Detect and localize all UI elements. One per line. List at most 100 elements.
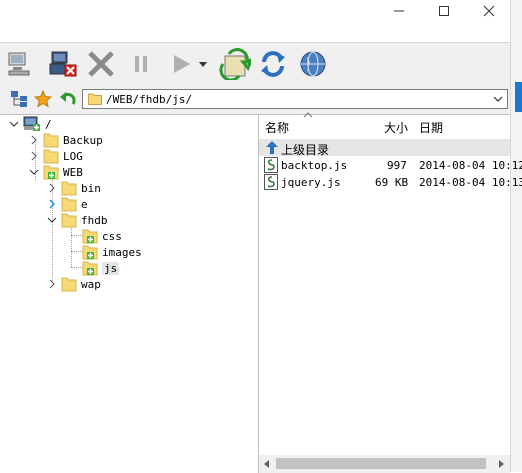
play-dropdown-button[interactable] xyxy=(196,47,210,81)
tree-item-bin[interactable]: bin xyxy=(46,180,101,196)
tree-item-label: css xyxy=(102,229,122,243)
refresh-button[interactable] xyxy=(256,47,290,81)
tree-item-e[interactable]: e xyxy=(46,196,88,212)
tree-item-label: wap xyxy=(81,277,101,291)
chevron-down-icon[interactable] xyxy=(8,118,20,130)
pause-icon xyxy=(135,56,147,72)
directory-tree: / Backup LOG WEB bin e fhdb css images j… xyxy=(0,114,259,473)
file-row[interactable]: backtop.js 997 2014-08-04 10:12 xyxy=(259,157,522,174)
sync-icon xyxy=(219,48,251,80)
chevron-right-icon[interactable] xyxy=(46,278,58,290)
folder-icon xyxy=(43,149,59,164)
file-size: 69 KB xyxy=(375,176,409,189)
scroll-left-icon[interactable] xyxy=(263,460,271,468)
address-input[interactable]: /WEB/fhdb/js/ xyxy=(82,89,508,109)
horizontal-scrollbar[interactable] xyxy=(259,455,510,473)
minimize-icon xyxy=(394,10,404,12)
chevron-down-icon[interactable] xyxy=(28,166,40,178)
tree-item-label: e xyxy=(81,197,88,211)
scrollbar-thumb[interactable] xyxy=(276,458,486,469)
chevron-down-icon[interactable] xyxy=(46,214,58,226)
chevron-right-icon[interactable] xyxy=(46,198,58,210)
tree-item-images[interactable]: images xyxy=(82,244,142,260)
close-button[interactable] xyxy=(466,0,512,22)
script-file-icon xyxy=(264,174,278,190)
pause-button[interactable] xyxy=(124,47,158,81)
file-list: 名称 大小 日期 上级目录 backtop.js 997 2014-08-04 … xyxy=(259,112,522,473)
minimize-button[interactable] xyxy=(376,0,422,22)
chevron-right-icon[interactable] xyxy=(46,182,58,194)
close-icon xyxy=(483,5,495,17)
tree-item-label: js xyxy=(102,261,120,275)
sort-ascending-icon xyxy=(303,112,313,118)
star-icon xyxy=(34,90,52,108)
file-size: 997 xyxy=(387,159,407,172)
connect-icon xyxy=(8,52,30,76)
script-file-icon xyxy=(264,157,278,173)
background-window-edge xyxy=(510,0,522,472)
scroll-right-icon[interactable] xyxy=(497,460,505,468)
tree-item-backup[interactable]: Backup xyxy=(28,132,103,148)
tree-item-label: / xyxy=(45,117,52,131)
file-name: jquery.js xyxy=(281,176,341,189)
back-arrow-icon xyxy=(60,92,76,105)
folder-icon xyxy=(43,133,59,148)
folder-sync-icon xyxy=(82,245,98,260)
sync-button[interactable] xyxy=(218,47,252,81)
chevron-down-icon xyxy=(199,62,207,67)
tree-item-fhdb[interactable]: fhdb xyxy=(46,212,108,228)
background-window-accent xyxy=(515,82,522,112)
address-bar-row: /WEB/fhdb/js/ xyxy=(0,84,510,114)
disconnect-icon xyxy=(49,51,77,77)
up-arrow-icon xyxy=(266,141,278,154)
toolbar xyxy=(0,42,510,85)
tree-item-label: LOG xyxy=(63,149,83,163)
maximize-button[interactable] xyxy=(421,0,467,22)
stop-button[interactable] xyxy=(84,47,118,81)
tree-item-wap[interactable]: wap xyxy=(46,276,101,292)
connect-button[interactable] xyxy=(4,47,38,81)
folder-icon xyxy=(61,213,77,228)
folder-icon xyxy=(61,197,77,212)
disconnect-button[interactable] xyxy=(46,47,80,81)
folder-sync-icon xyxy=(82,261,98,276)
parent-directory-row[interactable]: 上级目录 xyxy=(259,139,510,157)
tree-item-js[interactable]: js xyxy=(82,260,120,276)
file-row[interactable]: jquery.js 69 KB 2014-08-04 10:13 xyxy=(259,174,522,191)
chevron-right-icon[interactable] xyxy=(28,134,40,146)
tree-item-web[interactable]: WEB xyxy=(28,164,83,180)
tree-item-label: images xyxy=(102,245,142,259)
browse-web-button[interactable] xyxy=(296,47,330,81)
tree-item-root[interactable]: / xyxy=(8,116,52,132)
folder-icon xyxy=(61,277,77,292)
view-mode-button[interactable] xyxy=(8,89,30,109)
globe-icon xyxy=(300,51,326,77)
file-name: backtop.js xyxy=(281,159,348,172)
chevron-right-icon[interactable] xyxy=(28,150,40,162)
tree-item-log[interactable]: LOG xyxy=(28,148,83,164)
server-icon xyxy=(23,116,40,131)
play-button[interactable] xyxy=(164,47,198,81)
favorites-button[interactable] xyxy=(32,89,54,109)
tree-item-css[interactable]: css xyxy=(82,228,122,244)
file-date: 2014-08-04 10:12 xyxy=(419,159,522,172)
column-header-name[interactable]: 名称 xyxy=(265,119,289,136)
folder-icon xyxy=(88,93,102,105)
refresh-icon xyxy=(261,51,285,77)
up-directory-button[interactable] xyxy=(56,89,78,109)
tree-item-label: Backup xyxy=(63,133,103,147)
tree-view-icon xyxy=(11,91,27,107)
stop-icon xyxy=(88,51,114,77)
column-header-date[interactable]: 日期 xyxy=(419,119,443,136)
file-date: 2014-08-04 10:13 xyxy=(419,176,522,189)
column-header-size[interactable]: 大小 xyxy=(384,119,408,136)
title-bar xyxy=(0,0,510,42)
tree-item-label: fhdb xyxy=(81,213,108,227)
folder-sync-icon xyxy=(43,165,59,180)
address-path: /WEB/fhdb/js/ xyxy=(106,93,193,106)
chevron-down-icon[interactable] xyxy=(491,92,505,106)
folder-icon xyxy=(61,181,77,196)
folder-sync-icon xyxy=(82,229,98,244)
maximize-icon xyxy=(439,6,449,16)
parent-directory-label: 上级目录 xyxy=(281,143,330,157)
